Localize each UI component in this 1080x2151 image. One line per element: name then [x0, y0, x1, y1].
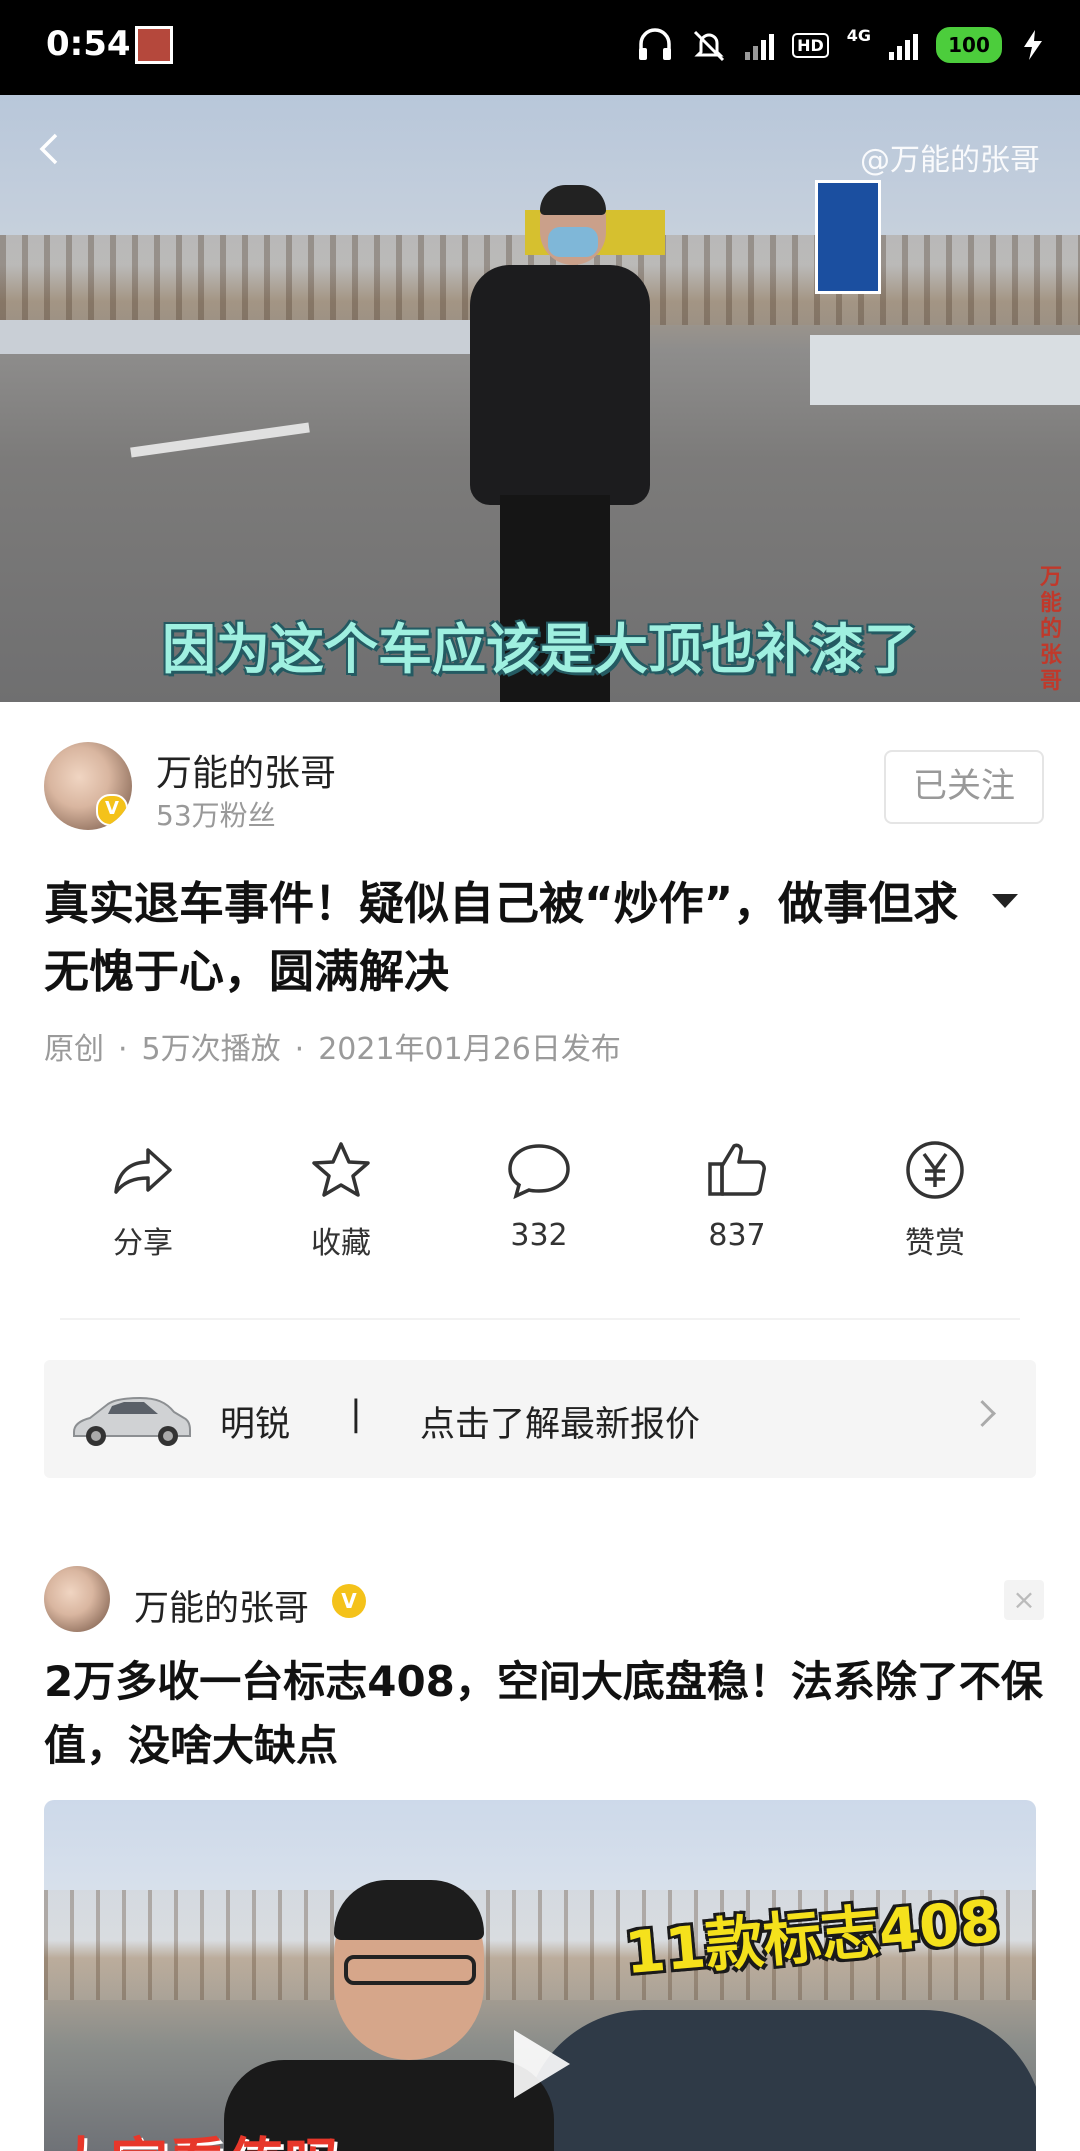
status-time: 0:54: [46, 24, 131, 64]
car-ad-banner[interactable]: 明锐 | 点击了解最新报价: [44, 1360, 1036, 1478]
like-button[interactable]: 837: [667, 1140, 807, 1253]
meta-origin: 原创: [44, 1032, 104, 1067]
author-row: V 万能的张哥 53万粉丝 已关注: [44, 742, 1044, 842]
close-icon[interactable]: ×: [1004, 1580, 1044, 1620]
like-count: 837: [708, 1218, 766, 1253]
meta-date: 2021年01月26日发布: [318, 1032, 621, 1067]
share-icon: [114, 1148, 172, 1194]
car-icon: [73, 1396, 191, 1446]
divider: [60, 1318, 1020, 1320]
video-title: 真实退车事件！疑似自己被“炒作”，做事但求无愧于心，圆满解决: [44, 877, 959, 998]
action-bar: 分享 收藏 332 837 赞赏: [0, 1140, 1080, 1280]
meta-plays: 5万次播放: [141, 1032, 281, 1067]
thumbnail-car: [524, 2010, 1036, 2151]
mute-bell-icon: [694, 30, 725, 62]
thumbnail-bottom-text: 大家看值吗: [52, 2118, 342, 2151]
video-barrier-right: [810, 335, 1080, 405]
favorite-button[interactable]: 收藏: [271, 1140, 411, 1262]
comment-button[interactable]: 332: [469, 1140, 609, 1253]
comment-count: 332: [510, 1218, 568, 1253]
share-button[interactable]: 分享: [73, 1140, 213, 1262]
video-road-sign: [815, 180, 881, 294]
ad-cta: 点击了解最新报价: [420, 1405, 701, 1445]
video-road-line: [130, 422, 310, 458]
video-watermark: @万能的张哥: [860, 143, 1040, 178]
yuan-icon: [906, 1141, 964, 1199]
author-name[interactable]: 万能的张哥: [156, 744, 336, 796]
reward-button[interactable]: 赞赏: [865, 1140, 1005, 1262]
signal-icon: [745, 30, 775, 60]
author-fans: 53万粉丝: [156, 799, 276, 832]
video-player[interactable]: @万能的张哥 万能的张哥 因为这个车应该是大顶也补漆了: [0, 95, 1080, 702]
headphones-icon: [639, 28, 672, 60]
reward-label: 赞赏: [905, 1226, 965, 1261]
back-arrow-icon[interactable]: [34, 133, 66, 165]
video-meta: 原创 · 5万次播放 · 2021年01月26日发布: [44, 1032, 621, 1067]
share-label: 分享: [113, 1226, 173, 1261]
video-barrier: [0, 320, 520, 354]
recommended-avatar[interactable]: [44, 1566, 110, 1632]
status-bar: 0:54 HD 4G 100: [0, 0, 1080, 95]
thumbs-up-icon: [708, 1143, 766, 1196]
battery-level: 100: [948, 33, 990, 57]
video-subtitle: 因为这个车应该是大顶也补漆了: [162, 618, 918, 681]
network-type-label: 4G: [846, 25, 871, 45]
star-icon: [312, 1142, 370, 1197]
signal-icon-2: [889, 30, 918, 60]
hd-icon: HD: [792, 32, 829, 58]
avatar[interactable]: V: [44, 742, 132, 830]
recommended-author-row: 万能的张哥 V ×: [44, 1566, 1044, 1636]
verified-badge: V: [96, 794, 128, 826]
follow-button[interactable]: 已关注: [884, 750, 1044, 824]
comment-icon: [508, 1144, 570, 1200]
charging-icon: [1024, 30, 1042, 60]
expand-title-icon[interactable]: [992, 894, 1018, 908]
recommended-video-thumbnail[interactable]: 11款标志408 大家看值吗: [44, 1800, 1036, 2151]
verified-badge-icon: V: [332, 1584, 366, 1618]
recommended-title[interactable]: 2万多收一台标志408，空间大底盘稳！法系除了不保值，没啥大缺点: [44, 1650, 1044, 1778]
chevron-right-icon: [969, 1400, 996, 1427]
ad-brand: 明锐: [220, 1405, 291, 1445]
status-icons: HD 4G 100: [637, 20, 1046, 70]
recommended-author-name[interactable]: 万能的张哥: [134, 1580, 309, 1631]
battery-icon: 100: [936, 27, 1002, 63]
qr-notification-icon: [135, 26, 173, 64]
favorite-label: 收藏: [311, 1226, 371, 1261]
ad-separator: |: [350, 1394, 362, 1434]
play-icon[interactable]: [514, 2030, 570, 2098]
